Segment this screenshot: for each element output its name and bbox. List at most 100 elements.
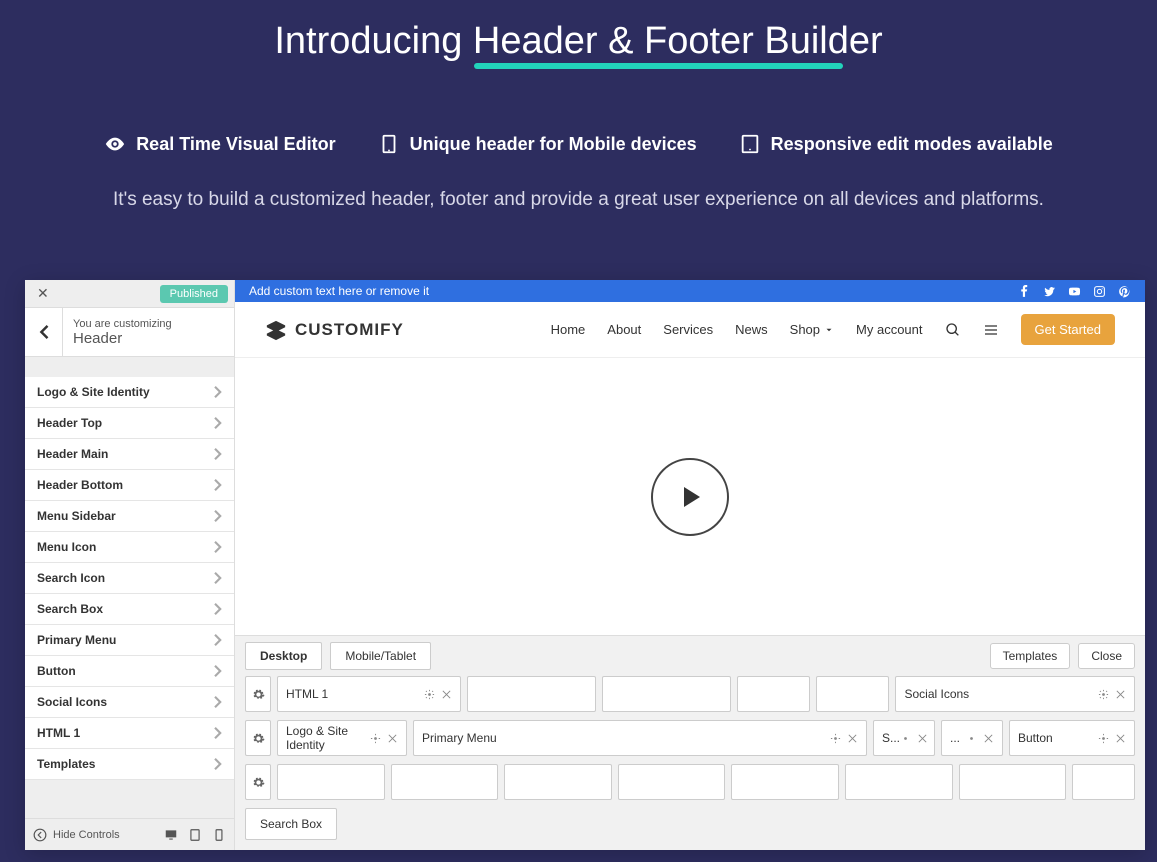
hide-controls-label[interactable]: Hide Controls (53, 829, 120, 841)
row2-primary-menu[interactable]: Primary Menu (413, 720, 867, 756)
templates-button[interactable]: Templates (990, 643, 1071, 669)
tab-mobile[interactable]: Mobile/Tablet (330, 642, 431, 670)
tablet-icon (739, 133, 761, 155)
nav-about[interactable]: About (607, 322, 641, 337)
row2-button[interactable]: Button (1009, 720, 1135, 756)
sidebar-item-menu-sidebar[interactable]: Menu Sidebar (25, 501, 234, 532)
close-icon[interactable] (441, 689, 452, 700)
row1-empty-4[interactable] (816, 676, 889, 712)
mobile-device-icon[interactable] (212, 828, 226, 842)
brand-text: CUSTOMIFY (295, 320, 404, 340)
row1-empty-3[interactable] (737, 676, 810, 712)
close-icon[interactable] (387, 733, 398, 744)
topbar-socials (1018, 285, 1131, 298)
sidebar-item-templates[interactable]: Templates (25, 749, 234, 780)
builder-row-2: Logo & Site Identity Primary Menu S... .… (245, 720, 1135, 756)
row1-empty-1[interactable] (467, 676, 596, 712)
instagram-icon[interactable] (1093, 285, 1106, 298)
row1-social-label: Social Icons (904, 687, 969, 701)
tab-desktop[interactable]: Desktop (245, 642, 322, 670)
sidebar-item-logo-site-identity[interactable]: Logo & Site Identity (25, 377, 234, 408)
play-button[interactable] (651, 458, 729, 536)
feature-realtime: Real Time Visual Editor (104, 133, 335, 155)
sidebar-item-search-icon[interactable]: Search Icon (25, 563, 234, 594)
close-button[interactable]: Close (1078, 643, 1135, 669)
sidebar-item-header-main[interactable]: Header Main (25, 439, 234, 470)
close-icon[interactable] (1115, 689, 1126, 700)
brand-logo[interactable]: CUSTOMIFY (265, 319, 404, 341)
chevron-right-icon (214, 758, 222, 770)
sidebar-item-header-bottom[interactable]: Header Bottom (25, 470, 234, 501)
row2-cell-dots[interactable]: ... (941, 720, 1003, 756)
row3-empty-7[interactable] (959, 764, 1067, 800)
row1-html1[interactable]: HTML 1 (277, 676, 461, 712)
builder-search-box[interactable]: Search Box (245, 808, 337, 840)
sidebar-item-html-1[interactable]: HTML 1 (25, 718, 234, 749)
row1-social[interactable]: Social Icons (895, 676, 1135, 712)
sidebar-bottom: Hide Controls (25, 818, 234, 850)
youtube-icon[interactable] (1068, 285, 1081, 298)
nav-news[interactable]: News (735, 322, 768, 337)
mobile-icon (378, 133, 400, 155)
chevron-down-icon (824, 325, 834, 335)
row2-logo[interactable]: Logo & Site Identity (277, 720, 407, 756)
cta-button[interactable]: Get Started (1021, 314, 1115, 345)
close-icon[interactable] (983, 733, 994, 744)
gear-icon[interactable] (966, 733, 977, 744)
feature-responsive: Responsive edit modes available (739, 133, 1053, 155)
close-icon[interactable] (847, 733, 858, 744)
gear-icon (252, 776, 265, 789)
back-button[interactable] (25, 308, 63, 356)
search-icon[interactable] (945, 322, 961, 338)
desktop-device-icon[interactable] (164, 828, 178, 842)
gear-icon[interactable] (830, 733, 841, 744)
row3-empty-1[interactable] (277, 764, 385, 800)
row2-s-label: S... (882, 731, 900, 745)
app-screenshot: ✕ Published You are customizing Header L… (25, 280, 1145, 850)
gear-icon[interactable] (1098, 733, 1109, 744)
row3-empty-2[interactable] (391, 764, 499, 800)
sidebar-item-label: Search Icon (37, 571, 105, 585)
sidebar-item-search-box[interactable]: Search Box (25, 594, 234, 625)
row3-empty-5[interactable] (731, 764, 839, 800)
close-icon[interactable]: ✕ (31, 283, 55, 304)
row3-empty-6[interactable] (845, 764, 953, 800)
collapse-icon[interactable] (33, 828, 47, 842)
gear-icon[interactable] (900, 733, 911, 744)
sidebar-item-menu-icon[interactable]: Menu Icon (25, 532, 234, 563)
menu-icon[interactable] (983, 322, 999, 338)
gear-icon[interactable] (1098, 689, 1109, 700)
topbar-text: Add custom text here or remove it (249, 284, 429, 298)
pinterest-icon[interactable] (1118, 285, 1131, 298)
row2-dots-label: ... (950, 731, 960, 745)
nav-account[interactable]: My account (856, 322, 922, 337)
row3-empty-3[interactable] (504, 764, 612, 800)
twitter-icon[interactable] (1043, 285, 1056, 298)
row1-empty-2[interactable] (602, 676, 731, 712)
sidebar-item-label: HTML 1 (37, 726, 80, 740)
row3-empty-8[interactable] (1072, 764, 1135, 800)
row2-cell-s[interactable]: S... (873, 720, 935, 756)
logo-icon (265, 319, 287, 341)
nav-services[interactable]: Services (663, 322, 713, 337)
tablet-device-icon[interactable] (188, 828, 202, 842)
published-badge[interactable]: Published (160, 285, 228, 303)
facebook-icon[interactable] (1018, 285, 1031, 298)
sidebar-item-button[interactable]: Button (25, 656, 234, 687)
chevron-right-icon (214, 417, 222, 429)
row3-settings[interactable] (245, 764, 271, 800)
row1-settings[interactable] (245, 676, 271, 712)
gear-icon[interactable] (424, 689, 435, 700)
sidebar-item-header-top[interactable]: Header Top (25, 408, 234, 439)
nav-home[interactable]: Home (551, 322, 586, 337)
row3-empty-4[interactable] (618, 764, 726, 800)
close-icon[interactable] (917, 733, 928, 744)
customizer-sidebar: ✕ Published You are customizing Header L… (25, 280, 235, 850)
nav-shop[interactable]: Shop (790, 322, 834, 337)
sidebar-item-primary-menu[interactable]: Primary Menu (25, 625, 234, 656)
chevron-right-icon (214, 727, 222, 739)
row2-settings[interactable] (245, 720, 271, 756)
gear-icon[interactable] (370, 733, 381, 744)
close-icon[interactable] (1115, 733, 1126, 744)
sidebar-item-social-icons[interactable]: Social Icons (25, 687, 234, 718)
